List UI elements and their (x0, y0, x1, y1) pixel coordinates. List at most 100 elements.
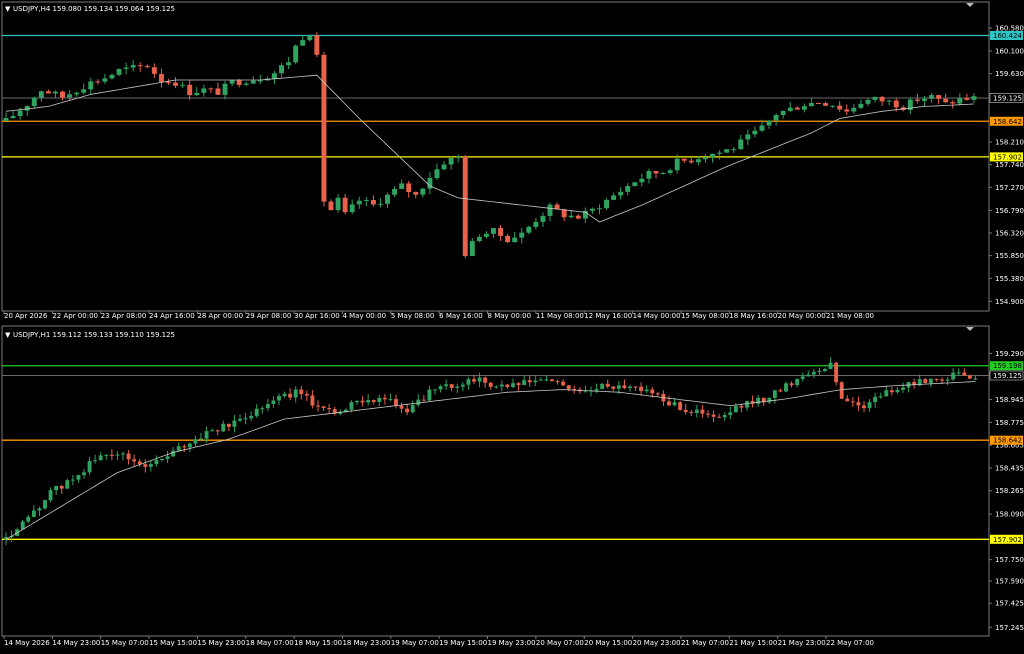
candle-body (316, 405, 320, 407)
pane-h4-candles (3, 32, 977, 259)
candle-body (222, 83, 228, 95)
candle-body (660, 172, 666, 174)
candle-body (717, 416, 722, 418)
pane-h4-header: ▼ USDJPY,H4 159.080 159.134 159.064 159.… (5, 5, 175, 13)
x-tick-label: 21 May 15:00 (729, 639, 777, 647)
candle-body (413, 192, 419, 195)
candle-body (279, 65, 285, 74)
candle-body (850, 401, 855, 403)
candle-body (204, 431, 209, 439)
candle-body (681, 158, 687, 161)
candle-body (421, 399, 426, 401)
candle-body (293, 389, 298, 398)
candle-body (806, 374, 811, 377)
candle-body (371, 400, 376, 403)
candle-body (469, 241, 475, 256)
candle-body (104, 454, 109, 456)
candle-body (622, 385, 627, 389)
pane-h1-shift-marker[interactable] (966, 327, 974, 331)
candle-body (511, 383, 515, 387)
candle-body (544, 379, 549, 381)
candle-body (695, 159, 701, 163)
x-tick-label: 15 May 08:00 (681, 312, 729, 320)
candle-body (449, 384, 454, 388)
pane-h1-moving-average (5, 381, 976, 540)
candle-body (683, 409, 688, 413)
candle-body (823, 369, 827, 372)
pane-h4-shift-marker[interactable] (966, 3, 974, 7)
candle-body (527, 380, 532, 383)
candle-body (611, 386, 616, 389)
candle-body (116, 68, 122, 75)
x-tick-label: 20 Apr 2026 (4, 312, 48, 320)
candle-body (633, 386, 638, 388)
candle-body (232, 420, 237, 427)
pane-h1-header-arrow[interactable]: ▼ (5, 331, 11, 339)
candle-body (971, 96, 977, 100)
candle-body (193, 439, 198, 444)
candle-body (76, 475, 81, 480)
pane-h4-header-arrow[interactable]: ▼ (5, 5, 11, 13)
pane-h4-moving-average (5, 74, 974, 223)
pane-h1-level-label: 159.198 (993, 362, 1022, 370)
candle-body (787, 107, 793, 111)
x-tick-label: 15 May 23:00 (197, 639, 245, 647)
candle-body (844, 109, 850, 112)
candle-body (399, 183, 405, 189)
candle-body (667, 170, 673, 173)
candle-body (533, 380, 538, 383)
candle-body (555, 381, 560, 383)
candle-body (733, 405, 738, 413)
candle-body (250, 80, 256, 84)
candle-body (74, 92, 80, 95)
candle-body (477, 377, 482, 382)
candle-body (31, 97, 37, 107)
candle-body (31, 510, 36, 517)
candle-body (789, 383, 794, 386)
candle-body (321, 54, 327, 202)
candle-body (257, 80, 263, 82)
candle-body (625, 186, 631, 192)
y-tick-label: 154.900 (995, 298, 1024, 306)
candle-body (321, 406, 326, 409)
y-tick-label: 155.380 (995, 275, 1024, 283)
candle-body (505, 235, 511, 243)
candle-body (392, 188, 398, 195)
candle-body (201, 88, 207, 93)
candle-body (293, 45, 299, 63)
candle-body (653, 171, 659, 174)
candle-body (208, 88, 214, 90)
candle-body (10, 116, 16, 119)
candle-body (93, 460, 98, 462)
candle-body (491, 228, 496, 234)
candle-body (923, 379, 928, 384)
candle-body (856, 402, 861, 406)
candle-body (884, 390, 889, 397)
candle-body (356, 200, 362, 205)
pane-h1-candles (4, 357, 978, 546)
candle-body (130, 65, 136, 68)
y-tick-label: 158.210 (995, 139, 1024, 147)
candle-body (176, 446, 181, 451)
candle-body (957, 98, 963, 104)
candle-body (628, 386, 632, 389)
candle-body (282, 393, 287, 397)
y-tick-label: 157.740 (995, 161, 1024, 169)
candle-body (314, 35, 320, 55)
pane-h4-plot: 160.580160.100159.630158.210157.740157.2… (2, 24, 1024, 320)
candle-body (752, 130, 758, 135)
candle-body (895, 389, 900, 393)
candle-body (300, 40, 306, 46)
candle-body (616, 385, 621, 389)
x-tick-label: 21 May 08:00 (826, 312, 874, 320)
candle-body (738, 139, 744, 150)
candle-body (505, 384, 510, 387)
candle-body (360, 400, 365, 403)
candle-body (494, 386, 499, 388)
candle-body (265, 404, 270, 409)
candle-body (498, 228, 504, 236)
candle-body (519, 232, 525, 238)
candle-body (109, 454, 114, 456)
candle-body (17, 110, 23, 117)
candle-body (967, 375, 972, 379)
